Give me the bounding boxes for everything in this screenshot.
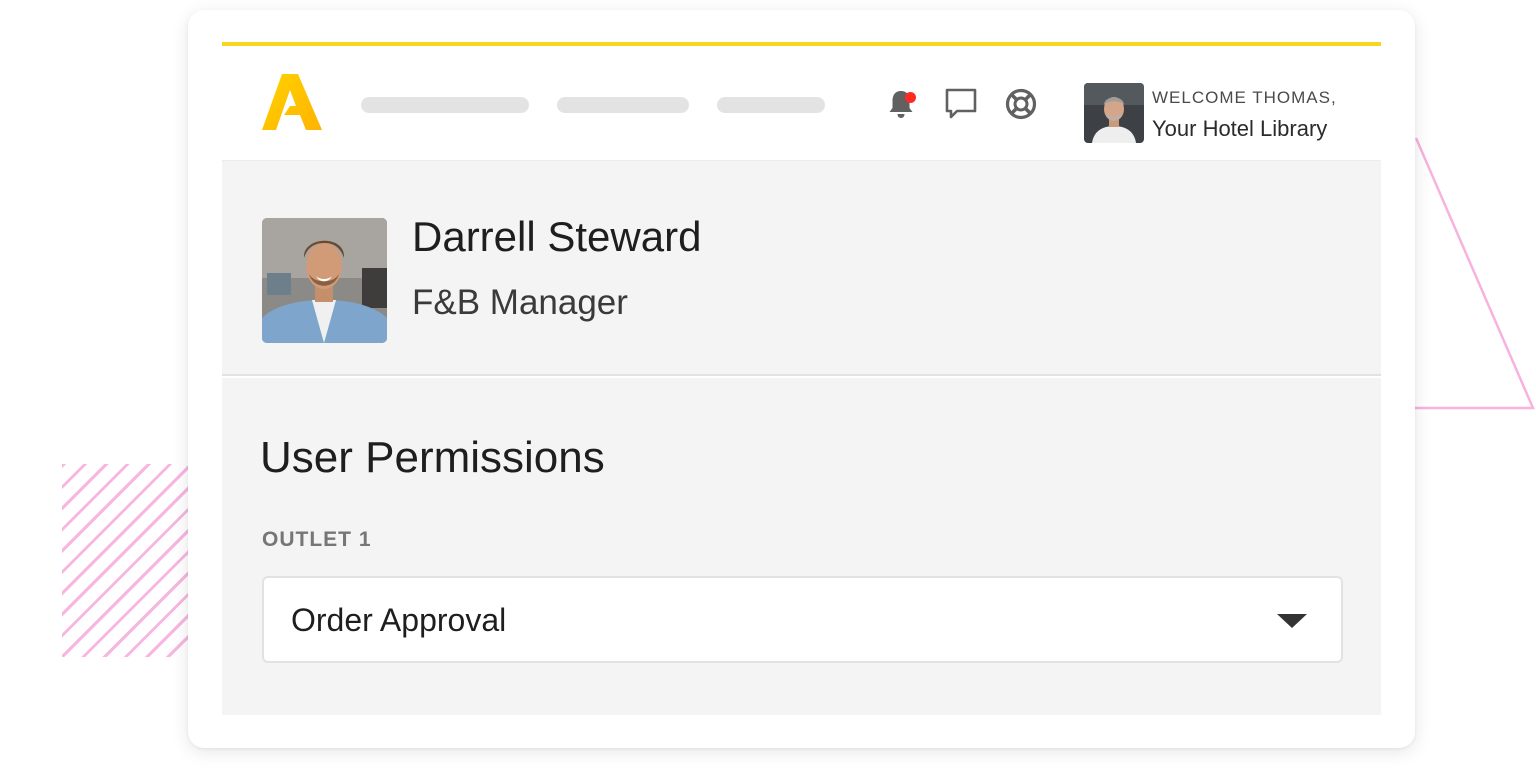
app-window: WELCOME THOMAS, Your Hotel Library Darre… bbox=[222, 42, 1381, 715]
help-lifebuoy-icon[interactable] bbox=[1003, 86, 1039, 122]
profile-role: F&B Manager bbox=[412, 283, 628, 322]
chat-icon[interactable] bbox=[943, 86, 979, 122]
section-title: User Permissions bbox=[260, 433, 605, 482]
nav-item-2[interactable] bbox=[557, 97, 689, 113]
nav-item-3[interactable] bbox=[717, 97, 825, 113]
brand-logo[interactable] bbox=[262, 74, 322, 130]
profile-name: Darrell Steward bbox=[412, 213, 702, 260]
profile-photo bbox=[262, 218, 387, 343]
chevron-down-icon[interactable] bbox=[1277, 614, 1307, 628]
hotel-name[interactable]: Your Hotel Library bbox=[1152, 116, 1327, 142]
decorative-stripes bbox=[62, 464, 202, 657]
user-avatar[interactable] bbox=[1084, 83, 1144, 143]
profile-header: Darrell Steward F&B Manager bbox=[222, 160, 1381, 376]
top-bar: WELCOME THOMAS, Your Hotel Library bbox=[222, 46, 1381, 160]
welcome-text: WELCOME THOMAS, bbox=[1152, 88, 1337, 107]
permission-select-value: Order Approval bbox=[291, 602, 507, 638]
profile-photo-image bbox=[262, 218, 387, 343]
notification-dot bbox=[905, 92, 916, 103]
page: WELCOME THOMAS, Your Hotel Library Darre… bbox=[0, 0, 1536, 772]
permission-select[interactable]: Order Approval bbox=[262, 576, 1343, 663]
bell-icon[interactable] bbox=[883, 86, 919, 122]
avatar-photo bbox=[1084, 83, 1144, 143]
app-card: WELCOME THOMAS, Your Hotel Library Darre… bbox=[188, 10, 1415, 748]
nav-item-1[interactable] bbox=[361, 97, 529, 113]
user-permissions-section: User Permissions OUTLET 1 Order Approval bbox=[222, 378, 1381, 715]
outlet-label: OUTLET 1 bbox=[262, 528, 372, 551]
